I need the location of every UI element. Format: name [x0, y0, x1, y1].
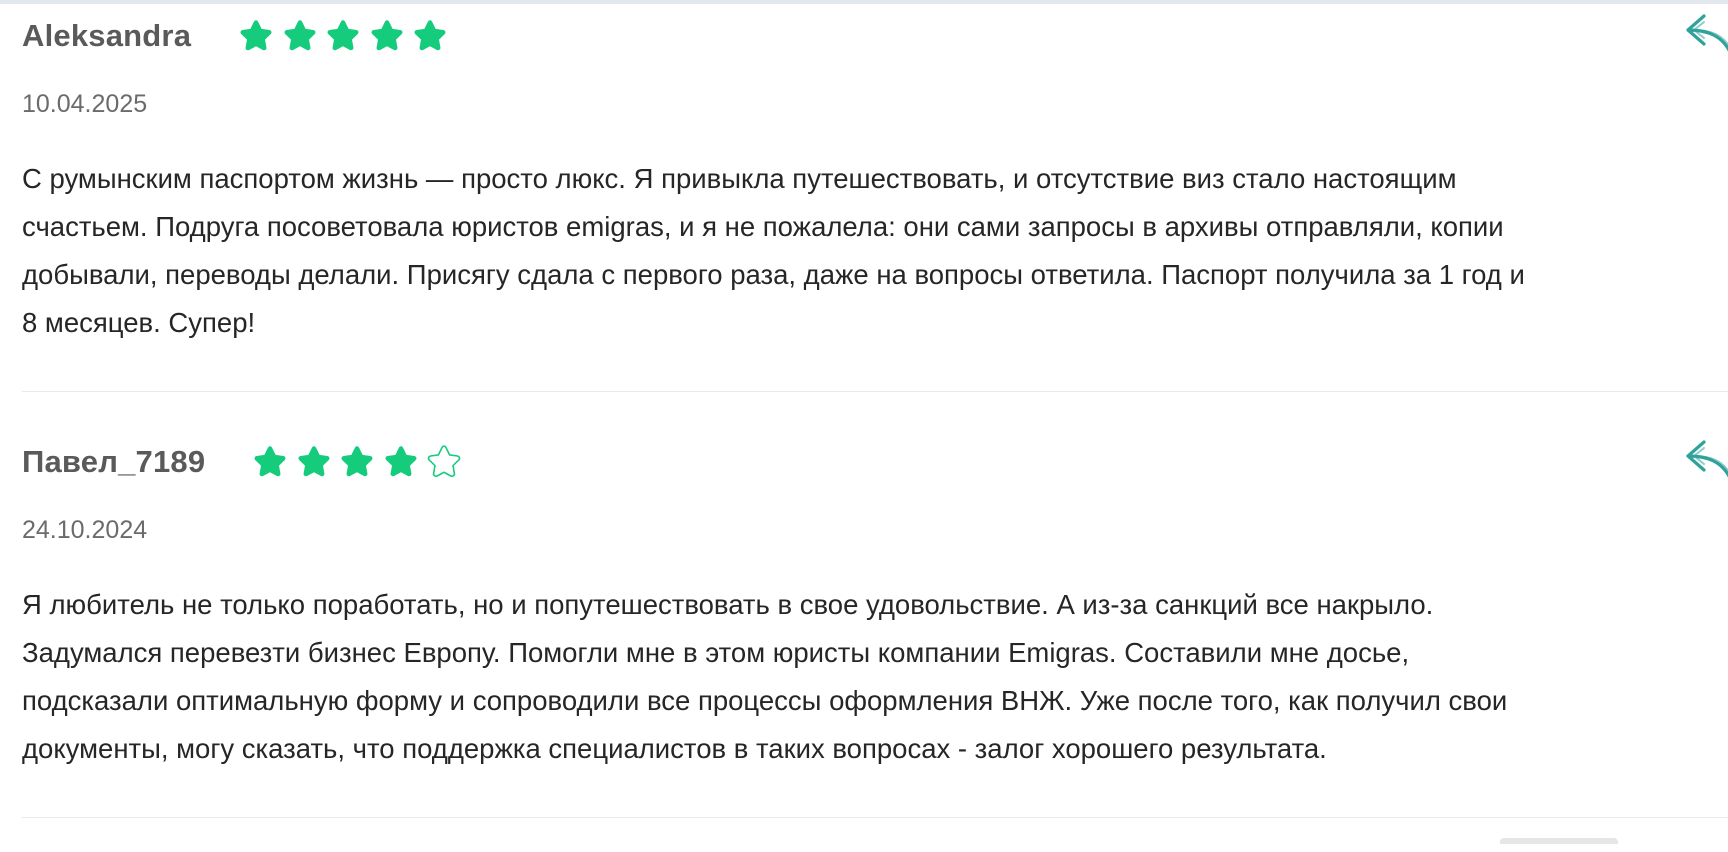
reply-arrow-icon[interactable]: [1682, 8, 1728, 60]
review-author: Павел_7189: [22, 444, 206, 479]
star-filled-icon: [281, 17, 319, 55]
review-item: Павел_7189 24.10.2024 Я любитель не толь…: [22, 426, 1728, 852]
review-divider: [22, 391, 1728, 392]
review-item: Aleksandra 10.04.2025 С румынским паспор…: [22, 0, 1728, 426]
review-date: 24.10.2024: [22, 516, 148, 544]
star-filled-icon: [251, 443, 289, 481]
rating-stars: [237, 17, 455, 55]
star-filled-icon: [324, 17, 362, 55]
reviews-list: Aleksandra 10.04.2025 С румынским паспор…: [22, 0, 1728, 852]
review-date: 10.04.2025: [22, 90, 148, 118]
review-text: С румынским паспортом жизнь — просто люк…: [22, 163, 1525, 338]
star-filled-icon: [237, 17, 275, 55]
review-author: Aleksandra: [22, 18, 192, 53]
star-empty-icon: [425, 443, 463, 481]
next-review-edge: [1500, 838, 1618, 844]
rating-stars: [251, 443, 469, 481]
reply-arrow-icon[interactable]: [1682, 434, 1728, 486]
star-filled-icon: [382, 443, 420, 481]
star-filled-icon: [338, 443, 376, 481]
review-divider: [22, 817, 1728, 818]
star-filled-icon: [411, 17, 449, 55]
review-header: Павел_7189: [22, 438, 469, 486]
review-text: Я любитель не только поработать, но и по…: [22, 589, 1508, 764]
star-filled-icon: [295, 443, 333, 481]
review-header: Aleksandra: [22, 12, 455, 60]
star-filled-icon: [368, 17, 406, 55]
